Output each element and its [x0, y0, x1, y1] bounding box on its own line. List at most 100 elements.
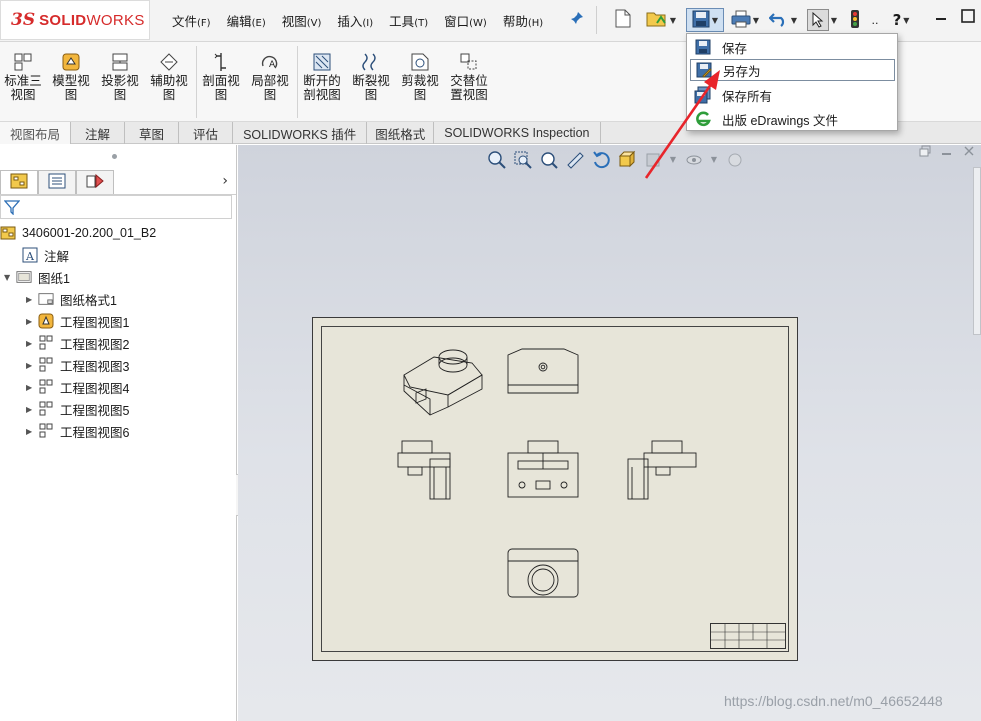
tree-root[interactable]: 3406001-20.200_01_B2: [0, 223, 156, 243]
maximize-icon[interactable]: [961, 9, 975, 26]
menu-insert-label: 插入: [337, 14, 363, 29]
menu-help-key: (H): [527, 18, 544, 29]
ribbon-auxiliary-view-button[interactable]: 辅助视 图: [146, 52, 192, 102]
expand-triangle-icon[interactable]: ▶: [26, 405, 38, 414]
tab-evaluate[interactable]: 评估: [179, 122, 234, 144]
view-orientation-icon[interactable]: [616, 149, 637, 170]
expand-triangle-icon[interactable]: ▶: [26, 317, 38, 326]
section-view-tool-icon[interactable]: [564, 149, 585, 170]
menu-edit[interactable]: 编辑(E): [227, 11, 266, 30]
ribbon-broken-out-section-button[interactable]: 断开的 剖视图: [299, 52, 345, 102]
tab-annotation[interactable]: 注解: [71, 122, 126, 144]
pane-expand-chevron-icon[interactable]: ›: [222, 173, 228, 189]
zoom-to-fit-icon[interactable]: [486, 149, 507, 170]
feature-manager-tab[interactable]: [0, 170, 38, 194]
tree-item-sheet-format[interactable]: ▶ 图纸格式1: [26, 289, 117, 309]
save-dropdown-caret-icon[interactable]: ▼: [712, 16, 718, 25]
tab-solidworks-addins[interactable]: SOLIDWORKS 插件: [233, 122, 368, 144]
tree-item-label: 注解: [44, 249, 70, 264]
bottom-view-drawing: [507, 548, 579, 598]
undo-button[interactable]: ▼: [766, 8, 800, 32]
expand-triangle-icon[interactable]: ▶: [26, 383, 38, 392]
new-document-button[interactable]: [612, 8, 634, 32]
ribbon-break-view-button[interactable]: 断裂视 图: [348, 52, 394, 102]
hide-show-items-icon[interactable]: [683, 149, 704, 170]
menu-insert[interactable]: 插入(I): [337, 11, 373, 30]
ribbon-label-line1: 剪裁视: [401, 73, 439, 88]
display-style-caret-icon[interactable]: ▼: [668, 149, 678, 170]
menu-item-publish-edrawings[interactable]: 出版 eDrawings 文件: [690, 108, 895, 130]
ribbon-label-line2: 图: [113, 87, 127, 102]
expand-triangle-icon[interactable]: ▶: [26, 427, 38, 436]
sheet-border: [321, 326, 789, 652]
previous-view-icon[interactable]: [538, 149, 559, 170]
menu-window[interactable]: 窗口(W): [444, 11, 487, 30]
tree-item-drawing-view-3[interactable]: ▶ 工程图视图3: [26, 355, 129, 375]
menu-view[interactable]: 视图(V): [282, 11, 322, 30]
display-style-icon[interactable]: [642, 149, 663, 170]
minimize-icon[interactable]: [935, 9, 947, 26]
tree-item-drawing-view-4[interactable]: ▶ 工程图视图4: [26, 377, 129, 397]
select-dropdown-caret-icon: ▼: [830, 15, 838, 25]
toolbar-overflow[interactable]: ..: [868, 8, 882, 32]
ribbon-standard-3-view-button[interactable]: 标准三 视图: [0, 52, 46, 102]
ribbon-crop-view-button[interactable]: 剪裁视 图: [397, 52, 443, 102]
hide-show-caret-icon[interactable]: ▼: [709, 149, 719, 170]
tab-solidworks-inspection[interactable]: SOLIDWORKS Inspection: [434, 122, 601, 144]
zoom-to-area-icon[interactable]: [512, 149, 533, 170]
tree-item-drawing-view-2[interactable]: ▶ 工程图视图2: [26, 333, 129, 353]
solidworks-logo[interactable]: 3S SOLID WORKS: [0, 0, 150, 40]
tree-item-drawing-view-6[interactable]: ▶ 工程图视图6: [26, 421, 129, 441]
menu-item-save-as[interactable]: 另存为: [690, 59, 895, 81]
drawing-sheet[interactable]: [312, 317, 798, 661]
graphics-area[interactable]: ▼ ▼: [238, 145, 981, 721]
select-button[interactable]: ▼: [804, 8, 840, 32]
rebuild-button[interactable]: [846, 8, 864, 32]
expand-triangle-icon[interactable]: ▶: [26, 339, 38, 348]
open-document-button[interactable]: ▼: [644, 8, 678, 32]
help-button[interactable]: ? ▼: [886, 8, 916, 32]
tab-sheet-format[interactable]: 图纸格式: [367, 122, 435, 144]
pane-grip-handle[interactable]: [112, 154, 117, 159]
menu-help[interactable]: 帮助(H): [503, 11, 543, 30]
ribbon-model-view-button[interactable]: 模型视 图: [48, 52, 94, 102]
collapse-triangle-icon[interactable]: ▼: [4, 273, 16, 282]
tree-item-annotations[interactable]: A 注解: [22, 245, 69, 265]
menu-window-label: 窗口: [444, 14, 470, 29]
doc-close-icon[interactable]: [963, 145, 975, 160]
print-dropdown-caret-icon: ▼: [752, 15, 760, 25]
doc-minimize-icon[interactable]: [941, 145, 953, 160]
ribbon-detail-view-button[interactable]: A 局部视 图: [247, 52, 293, 102]
tab-sketch[interactable]: 草图: [125, 122, 180, 144]
tree-filter-field[interactable]: [0, 195, 232, 219]
window-controls: [935, 9, 975, 26]
print-button[interactable]: ▼: [728, 8, 762, 32]
menu-insert-key: (I): [362, 18, 374, 29]
tree-item-drawing-view-1[interactable]: ▶ 工程图视图1: [26, 311, 129, 331]
save-button[interactable]: ▼: [686, 8, 724, 32]
task-pane-tabs[interactable]: [973, 167, 981, 335]
appearance-icon[interactable]: [724, 149, 745, 170]
menu-file[interactable]: 文件(F): [172, 11, 211, 30]
dimxpert-tab[interactable]: [76, 170, 114, 194]
ribbon-label-line1: 断开的: [303, 73, 341, 88]
ribbon-section-view-button[interactable]: 剖面视 图: [198, 52, 244, 102]
svg-text:A: A: [269, 60, 276, 70]
rotate-view-icon[interactable]: [590, 149, 611, 170]
pin-icon[interactable]: [570, 11, 584, 29]
expand-triangle-icon[interactable]: ▶: [26, 361, 38, 370]
menu-tools[interactable]: 工具(T): [389, 11, 428, 30]
sheet-format-icon: [38, 291, 54, 307]
ribbon-projected-view-button[interactable]: 投影视 图: [97, 52, 143, 102]
standard-3-view-icon: [13, 52, 33, 72]
menu-item-save[interactable]: 保存: [690, 36, 895, 58]
doc-restore-icon[interactable]: [919, 145, 931, 160]
menu-item-save-label: 保存: [722, 40, 748, 56]
tree-item-sheet1[interactable]: ▼ 图纸1: [4, 267, 70, 287]
menu-item-save-all[interactable]: 保存所有: [690, 84, 895, 106]
property-manager-tab[interactable]: [38, 170, 76, 194]
expand-triangle-icon[interactable]: ▶: [26, 295, 38, 304]
tab-view-layout[interactable]: 视图布局: [0, 122, 72, 144]
tree-item-drawing-view-5[interactable]: ▶ 工程图视图5: [26, 399, 129, 419]
ribbon-alternate-position-view-button[interactable]: 交替位 置视图: [446, 52, 492, 102]
